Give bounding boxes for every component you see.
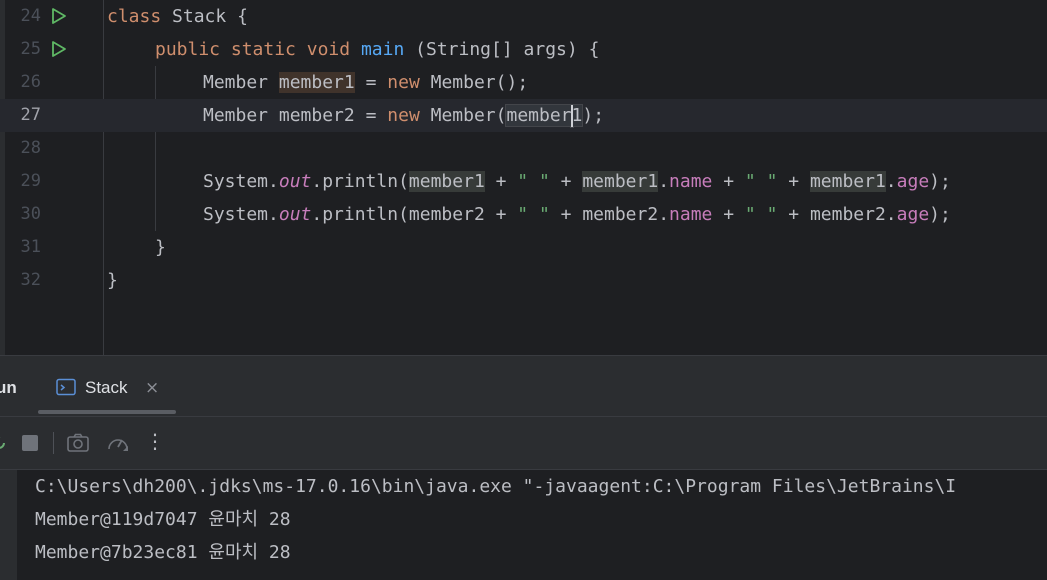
- line-number: 27: [20, 105, 41, 125]
- identifier-highlight: member1: [408, 171, 485, 192]
- code-line[interactable]: 24 class Stack {: [0, 0, 1047, 33]
- code-text: public static void main (String[] args) …: [155, 39, 600, 60]
- code-text: Member member2 = new Member(member1);: [203, 104, 605, 127]
- code-line[interactable]: 30 System.out.println(member2 + " " + me…: [0, 198, 1047, 231]
- identifier-highlight: member1: [278, 72, 355, 93]
- line-number: 26: [20, 72, 41, 92]
- run-toolbar: ⋮: [0, 417, 1047, 470]
- stop-icon[interactable]: [18, 431, 42, 455]
- code-line[interactable]: 32 }: [0, 264, 1047, 297]
- code-line[interactable]: 31 }: [0, 231, 1047, 264]
- camera-icon[interactable]: [66, 431, 90, 455]
- line-number: 30: [20, 204, 41, 224]
- line-number: 32: [20, 270, 41, 290]
- console-output[interactable]: C:\Users\dh200\.jdks\ms-17.0.16\bin\java…: [35, 470, 1047, 580]
- code-text: }: [107, 270, 118, 291]
- run-gutter-icon[interactable]: [50, 7, 68, 25]
- close-icon[interactable]: ×: [145, 376, 159, 400]
- gauge-icon[interactable]: [106, 431, 130, 455]
- console-window-icon: [56, 378, 76, 396]
- line-number: 31: [20, 237, 41, 257]
- console-line: C:\Users\dh200\.jdks\ms-17.0.16\bin\java…: [35, 476, 957, 497]
- line-number: 28: [20, 138, 41, 158]
- run-tab-bar: un Stack ×: [0, 356, 1047, 417]
- code-text: class Stack {: [107, 6, 248, 27]
- identifier-highlight: member1: [582, 171, 659, 192]
- code-text: }: [155, 237, 166, 258]
- run-tool-window: un Stack × ⋮ C:\Users\dh200\.jdks\ms-17.…: [0, 355, 1047, 580]
- code-line-current[interactable]: 27 Member member2 = new Member(member1);: [0, 99, 1047, 132]
- tool-window-title: un: [0, 378, 17, 397]
- code-line[interactable]: 26 Member member1 = new Member();: [0, 66, 1047, 99]
- identifier-highlight: member1: [809, 171, 886, 192]
- identifier-highlight: member1: [505, 104, 584, 127]
- line-number: 29: [20, 171, 41, 191]
- code-line[interactable]: 29 System.out.println(member1 + " " + me…: [0, 165, 1047, 198]
- code-text: Member member1 = new Member();: [203, 72, 529, 93]
- tab-label: Stack: [85, 378, 128, 397]
- code-text: System.out.println(member1 + " " + membe…: [203, 171, 951, 192]
- code-line[interactable]: 28: [0, 132, 1047, 165]
- console-line: Member@7b23ec81 윤마치 28: [35, 542, 291, 563]
- console-line: Member@119d7047 윤마치 28: [35, 509, 291, 530]
- active-tab-indicator: [38, 410, 176, 414]
- tab-stack[interactable]: Stack ×: [38, 370, 176, 414]
- line-number: 24: [20, 6, 41, 26]
- console-left-strip: [0, 470, 17, 580]
- more-icon[interactable]: ⋮: [145, 429, 165, 453]
- code-line[interactable]: 25 public static void main (String[] arg…: [0, 33, 1047, 66]
- run-gutter-icon[interactable]: [50, 40, 68, 58]
- code-text: System.out.println(member2 + " " + membe…: [203, 204, 951, 225]
- toolbar-separator: [53, 432, 54, 454]
- rerun-icon[interactable]: [0, 431, 12, 455]
- code-editor[interactable]: 24 class Stack { 25 public static void m…: [0, 0, 1047, 355]
- line-number: 25: [20, 39, 41, 59]
